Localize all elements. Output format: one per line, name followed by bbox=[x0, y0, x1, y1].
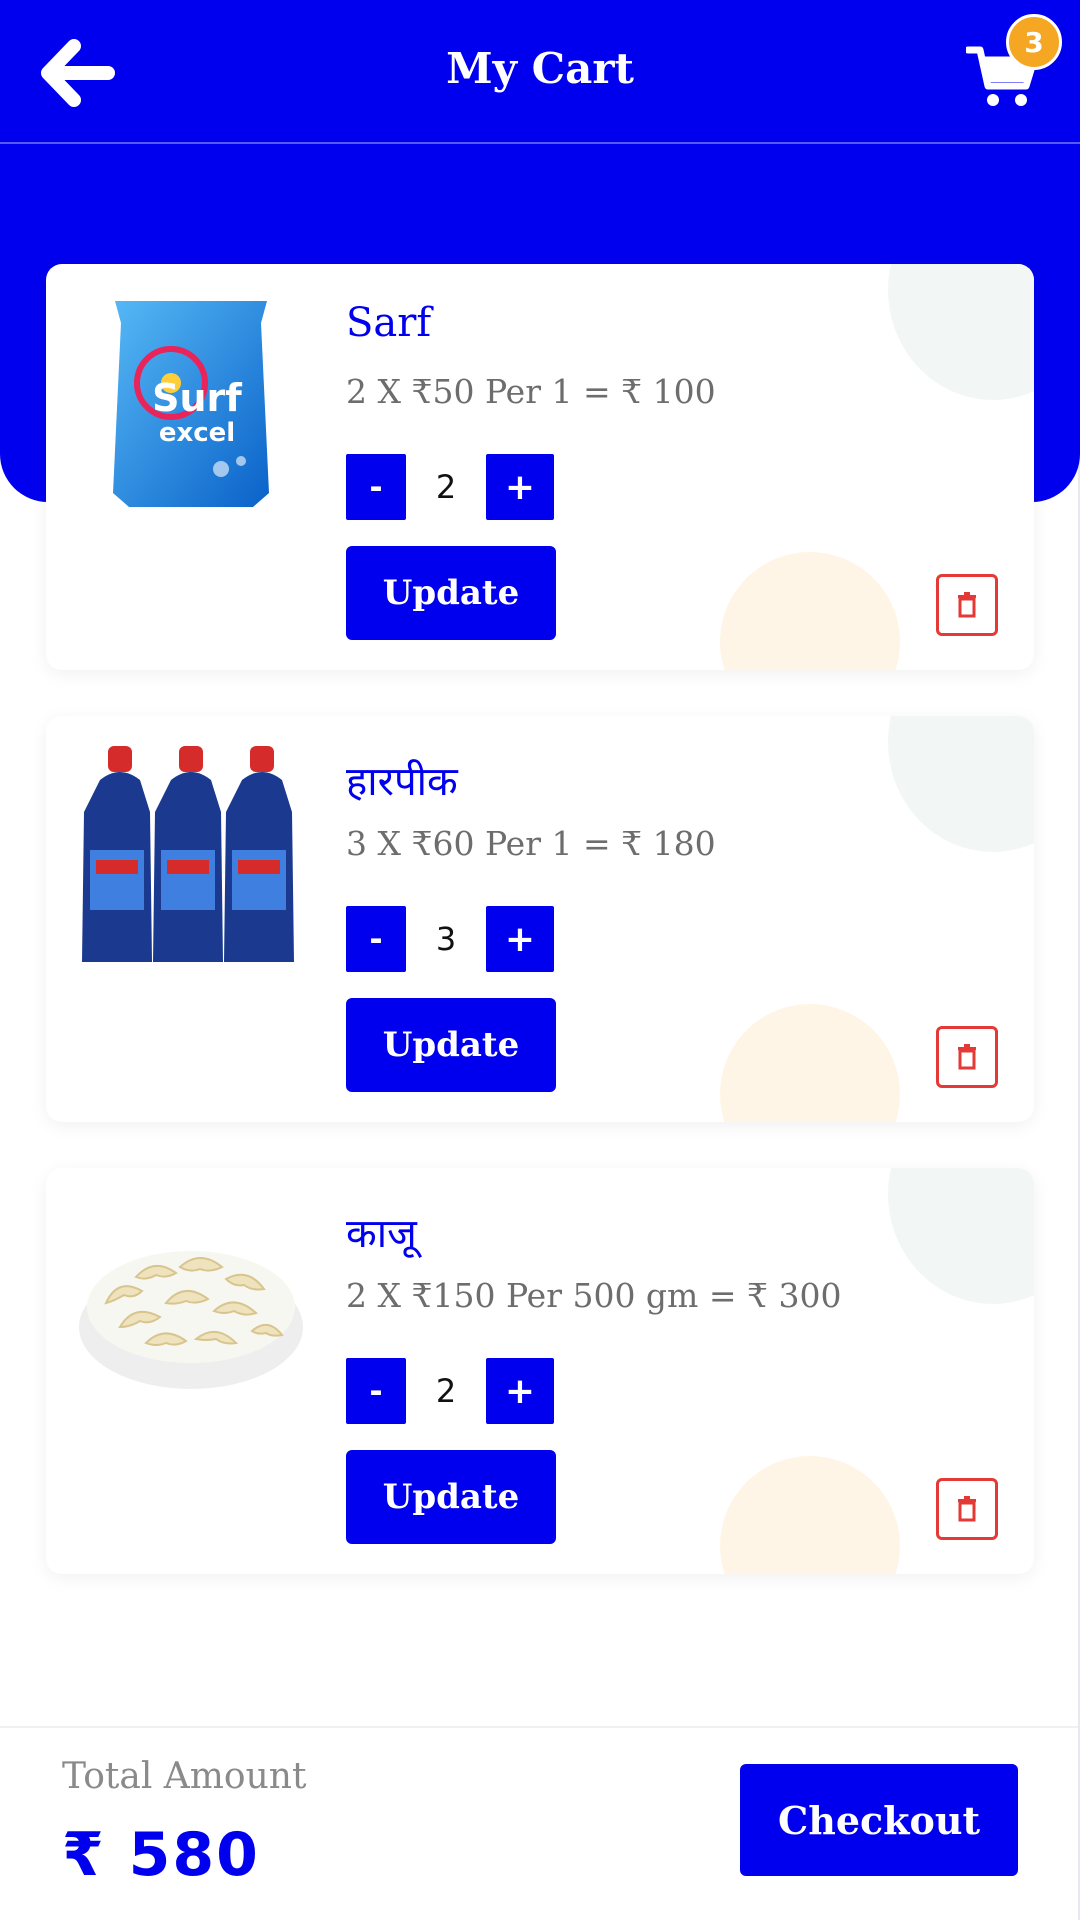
decrease-qty-button[interactable]: - bbox=[346, 1358, 406, 1424]
decorative-circle bbox=[720, 1456, 900, 1574]
update-button[interactable]: Update bbox=[346, 1450, 556, 1544]
product-image-harpic bbox=[76, 740, 306, 970]
delete-button[interactable] bbox=[936, 1026, 998, 1088]
total-amount-label: Total Amount bbox=[62, 1756, 307, 1797]
cart-count-badge: 3 bbox=[1006, 14, 1062, 70]
total-amount-value: ₹ 580 bbox=[62, 1820, 260, 1890]
price-line: 2 X ₹50 Per 1 = ₹ 100 bbox=[346, 372, 716, 411]
decrease-qty-button[interactable]: - bbox=[346, 454, 406, 520]
svg-text:Surf: Surf bbox=[152, 376, 242, 420]
update-button[interactable]: Update bbox=[346, 998, 556, 1092]
cashew-bowl-icon bbox=[79, 1251, 303, 1389]
quantity-value: 2 bbox=[435, 468, 457, 506]
quantity-value: 2 bbox=[435, 1372, 457, 1410]
delete-button[interactable] bbox=[936, 574, 998, 636]
quantity-value: 3 bbox=[435, 920, 457, 958]
svg-text:excel: excel bbox=[159, 418, 235, 448]
cart-item-card: काजू 2 X ₹150 Per 500 gm = ₹ 300 - 2 + U… bbox=[46, 1168, 1034, 1574]
product-image-cashew bbox=[76, 1192, 306, 1422]
page-title: My Cart bbox=[446, 44, 634, 93]
price-line: 2 X ₹150 Per 500 gm = ₹ 300 bbox=[346, 1276, 842, 1315]
trash-icon bbox=[958, 1496, 976, 1522]
decorative-circle bbox=[888, 1168, 1034, 1304]
decorative-circle bbox=[888, 716, 1034, 852]
price-line: 3 X ₹60 Per 1 = ₹ 180 bbox=[346, 824, 716, 863]
increase-qty-button[interactable]: + bbox=[486, 1358, 554, 1424]
trash-icon bbox=[958, 592, 976, 618]
decorative-circle bbox=[720, 1004, 900, 1122]
detergent-pack-icon: Surf excel bbox=[113, 301, 269, 507]
cart-item-card: हारपीक 3 X ₹60 Per 1 = ₹ 180 - 3 + Updat… bbox=[46, 716, 1034, 1122]
product-image-surf: Surf excel bbox=[76, 288, 306, 518]
decrease-qty-button[interactable]: - bbox=[346, 906, 406, 972]
product-name: Sarf bbox=[346, 300, 432, 346]
delete-button[interactable] bbox=[936, 1478, 998, 1540]
decorative-circle bbox=[720, 552, 900, 670]
product-name: हारपीक bbox=[346, 759, 458, 805]
increase-qty-button[interactable]: + bbox=[486, 454, 554, 520]
checkout-button[interactable]: Checkout bbox=[740, 1764, 1018, 1876]
product-name: काजू bbox=[346, 1211, 417, 1257]
trash-icon bbox=[958, 1044, 976, 1070]
cart-screen: My Cart 3 Surf excel Sarf 2 X ₹50 Per 1 … bbox=[0, 0, 1080, 1920]
checkout-footer: Total Amount ₹ 580 Checkout bbox=[0, 1726, 1078, 1920]
update-button[interactable]: Update bbox=[346, 546, 556, 640]
cleaner-bottles-icon bbox=[82, 746, 294, 962]
cart-item-card: Surf excel Sarf 2 X ₹50 Per 1 = ₹ 100 - … bbox=[46, 264, 1034, 670]
decorative-circle bbox=[888, 264, 1034, 400]
increase-qty-button[interactable]: + bbox=[486, 906, 554, 972]
top-bar: My Cart 3 bbox=[0, 0, 1080, 144]
